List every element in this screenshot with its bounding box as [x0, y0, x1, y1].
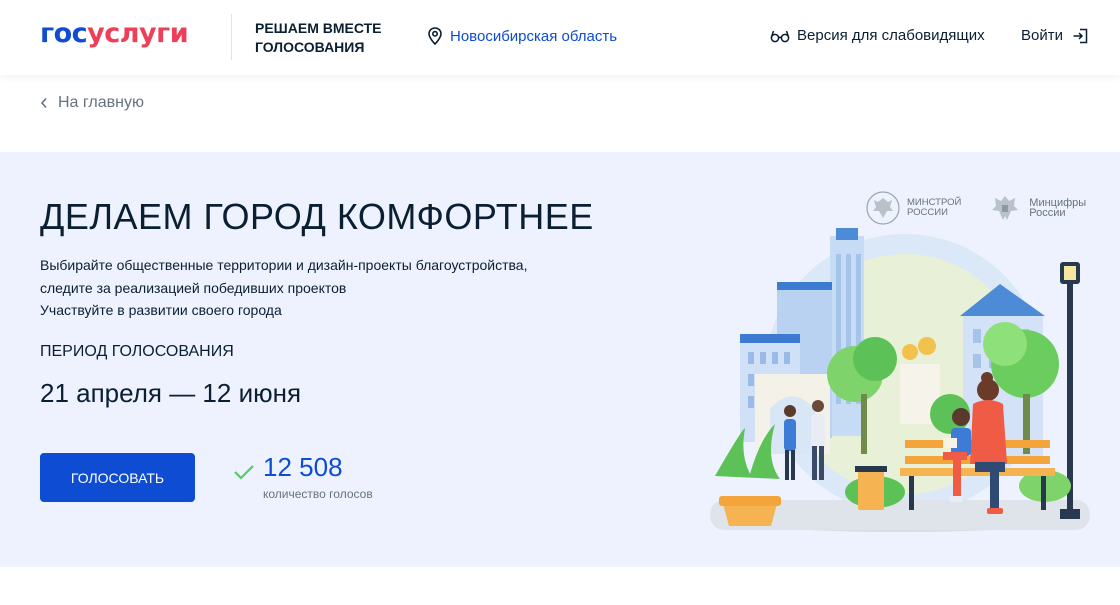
vote-button[interactable]: ГОЛОСОВАТЬ — [40, 453, 195, 502]
slogan-line-1: РЕШАЕМ ВМЕСТЕ — [255, 20, 382, 36]
vision-impaired-version-link[interactable]: Версия для слабовидящих — [770, 27, 985, 44]
eagle-emblem-icon — [866, 191, 900, 225]
description-line-1: Выбирайте общественные территории и диза… — [40, 257, 528, 273]
voting-period-label: ПЕРИОД ГОЛОСОВАНИЯ — [40, 343, 234, 360]
votes-count: 12 508 — [263, 452, 343, 482]
city-park-illustration — [710, 228, 1090, 532]
minstroy-logo: МИНСТРОЙ РОССИИ — [865, 190, 961, 226]
gosuslugi-logo[interactable]: госуслуги — [40, 18, 189, 50]
map-pin-icon — [428, 27, 442, 45]
login-link[interactable]: Войти — [1021, 27, 1088, 44]
region-selector[interactable]: Новосибирская область — [428, 27, 617, 45]
chevron-left-icon — [40, 97, 47, 109]
check-icon — [234, 465, 254, 480]
eagle-emblem-icon — [992, 196, 1019, 220]
glasses-icon — [770, 30, 790, 42]
back-label: На главную — [58, 94, 144, 111]
logo-part-uslugi: услуги — [87, 18, 189, 49]
slogan-line-2: ГОЛОСОВАНИЯ — [255, 39, 365, 55]
header: госуслуги РЕШАЕМ ВМЕСТЕ ГОЛОСОВАНИЯ Ново… — [0, 0, 1120, 75]
votes-count-label: количество голосов — [263, 487, 373, 501]
ministry-logos: МИНСТРОЙ РОССИИ Минцифры России — [865, 190, 1086, 226]
ministry2-line2: России — [1029, 207, 1066, 219]
login-icon — [1073, 28, 1088, 43]
logo-part-gos: гос — [40, 18, 88, 49]
back-to-home-link[interactable]: На главную — [40, 94, 144, 112]
login-label: Войти — [1021, 27, 1063, 44]
description-line-2: следите за реализацией победивших проект… — [40, 279, 347, 296]
description-line-3: Участвуйте в развитии своего города — [40, 302, 282, 318]
region-label: Новосибирская область — [450, 27, 618, 45]
mintsifry-logo: Минцифры России — [987, 190, 1086, 226]
hero-description: Выбирайте общественные территории и диза… — [40, 254, 527, 322]
page-title: ДЕЛАЕМ ГОРОД КОМФОРТНЕЕ — [40, 196, 594, 237]
header-divider — [231, 14, 232, 60]
voting-period-value: 21 апреля — 12 июня — [40, 378, 302, 408]
ministry1-line2: РОССИИ — [907, 207, 948, 218]
hero-banner: ДЕЛАЕМ ГОРОД КОМФОРТНЕЕ Выбирайте общест… — [0, 152, 1120, 567]
section-slogan: РЕШАЕМ ВМЕСТЕ ГОЛОСОВАНИЯ — [255, 19, 382, 57]
vision-label: Версия для слабовидящих — [797, 27, 985, 44]
